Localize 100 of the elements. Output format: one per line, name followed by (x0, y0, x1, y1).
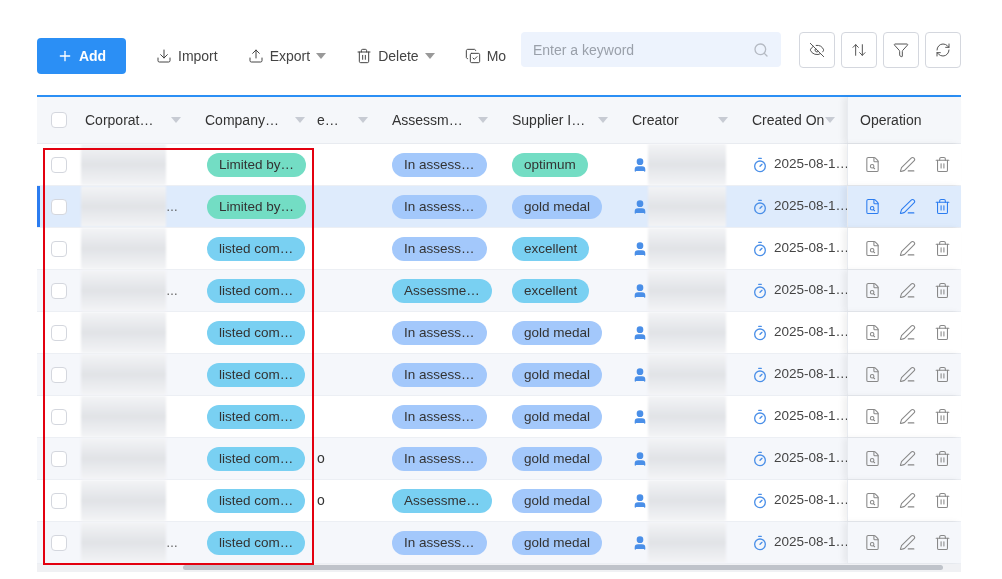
row-checkbox[interactable] (51, 492, 67, 509)
edit-icon[interactable] (899, 198, 916, 215)
column-header[interactable]: Creator (632, 109, 728, 131)
status-tag: listed com… (207, 404, 306, 429)
row-checkbox[interactable] (51, 534, 67, 551)
delete-icon[interactable] (934, 534, 951, 551)
view-icon[interactable] (864, 198, 881, 215)
edit-icon[interactable] (899, 324, 916, 341)
toolbar-button[interactable]: Mo (464, 38, 507, 74)
table-row[interactable]: Limited by… In assess… optimum 2025-08-1… (37, 144, 961, 186)
delete-icon[interactable] (934, 198, 951, 215)
date-text: 2025-08-1… (774, 281, 850, 300)
column-header[interactable]: Supplier I… (512, 109, 608, 131)
table-row[interactable]: listed com… In assess… gold medal 2025-08-1… (37, 312, 961, 354)
selection-bar (37, 186, 40, 227)
table-row[interactable]: … Limited by… In assess… gold medal 2025-08-1… (37, 186, 961, 228)
edit-icon[interactable] (899, 366, 916, 383)
row-checkbox[interactable] (51, 324, 67, 341)
row-checkbox[interactable] (51, 366, 67, 383)
truncated-text: … (166, 198, 178, 216)
toolbar-icon-button[interactable] (925, 32, 961, 68)
view-icon[interactable] (864, 240, 881, 257)
column-header[interactable]: Corporat… (85, 109, 181, 131)
table-row[interactable]: … listed com… In assess… gold medal 2025-08-1… (37, 522, 961, 564)
timer-icon (752, 534, 768, 551)
column-header[interactable]: Company… (205, 109, 305, 131)
view-icon[interactable] (864, 156, 881, 173)
view-icon[interactable] (864, 282, 881, 299)
delete-icon[interactable] (934, 408, 951, 425)
view-icon[interactable] (864, 324, 881, 341)
edit-icon[interactable] (899, 534, 916, 551)
delete-icon[interactable] (934, 240, 951, 257)
truncated-text: … (166, 534, 178, 552)
table-row[interactable]: listed com… In assess… gold medal 2025-08-1… (37, 396, 961, 438)
toolbar-icon-button[interactable] (799, 32, 835, 68)
scrollbar[interactable] (183, 565, 943, 570)
column-header[interactable]: Created On (752, 109, 835, 131)
table-row[interactable]: listed com… In assess… excellent 2025-08-1… (37, 228, 961, 270)
sort-caret-icon (825, 117, 835, 123)
edit-icon[interactable] (899, 282, 916, 299)
status-tag: In assess… (392, 530, 487, 555)
toolbar-button[interactable]: Delete (356, 38, 435, 74)
status-tag: listed com… (207, 530, 306, 555)
row-checkbox[interactable] (51, 156, 67, 173)
status-tag: In assess… (392, 446, 487, 471)
table-row[interactable]: listed com… o Assessme… gold medal 2025-08-1… (37, 480, 961, 522)
row-checkbox[interactable] (51, 240, 67, 257)
date-text: 2025-08-1… (774, 155, 850, 174)
toolbar-button[interactable]: Export (247, 38, 327, 74)
column-header[interactable]: Assessm… (392, 109, 488, 131)
toolbar-icon-button[interactable] (841, 32, 877, 68)
header-checkbox[interactable] (51, 112, 67, 128)
status-tag: Limited by… (207, 194, 307, 219)
status-tag: gold medal (512, 530, 603, 555)
edit-icon[interactable] (899, 240, 916, 257)
toolbar-button[interactable]: Import (156, 38, 218, 74)
delete-icon[interactable] (934, 156, 951, 173)
timer-icon (752, 492, 768, 509)
toolbar-icon-button[interactable] (883, 32, 919, 68)
delete-icon[interactable] (934, 282, 951, 299)
column-header[interactable]: Operation (860, 109, 949, 131)
timer-icon (752, 198, 768, 215)
view-icon[interactable] (864, 450, 881, 467)
date-text: 2025-08-1… (774, 491, 850, 510)
status-tag: In assess… (392, 236, 487, 261)
delete-icon[interactable] (934, 492, 951, 509)
status-tag: gold medal (512, 320, 603, 345)
status-tag: excellent (512, 278, 590, 303)
edit-icon[interactable] (899, 492, 916, 509)
date-text: 2025-08-1… (774, 407, 850, 426)
timer-icon (752, 408, 768, 425)
status-tag: listed com… (207, 362, 306, 387)
trash-icon (356, 48, 373, 64)
view-icon[interactable] (864, 492, 881, 509)
row-checkbox[interactable] (51, 408, 67, 425)
row-checkbox[interactable] (51, 198, 67, 215)
search-field[interactable]: Enter a keyword (521, 32, 781, 67)
filter-icon (893, 42, 909, 58)
status-tag: optimum (512, 152, 588, 177)
table-row[interactable]: listed com… o In assess… gold medal 2025-08-1… (37, 438, 961, 480)
edit-icon[interactable] (899, 450, 916, 467)
edit-icon[interactable] (899, 156, 916, 173)
view-icon[interactable] (864, 408, 881, 425)
delete-icon[interactable] (934, 324, 951, 341)
table-row[interactable]: listed com… In assess… gold medal 2025-08-1… (37, 354, 961, 396)
status-tag: In assess… (392, 404, 487, 429)
delete-icon[interactable] (934, 366, 951, 383)
sort-caret-icon (171, 117, 181, 123)
view-icon[interactable] (864, 534, 881, 551)
edit-icon[interactable] (899, 408, 916, 425)
user-icon (632, 534, 648, 551)
row-checkbox[interactable] (51, 450, 67, 467)
status-tag: In assess… (392, 152, 487, 177)
user-icon (632, 366, 648, 383)
delete-icon[interactable] (934, 450, 951, 467)
status-tag: gold medal (512, 488, 603, 513)
view-icon[interactable] (864, 366, 881, 383)
row-checkbox[interactable] (51, 282, 67, 299)
column-header[interactable]: e… (317, 109, 368, 131)
table-row[interactable]: … listed com… Assessme… excellent 2025-08-1… (37, 270, 961, 312)
